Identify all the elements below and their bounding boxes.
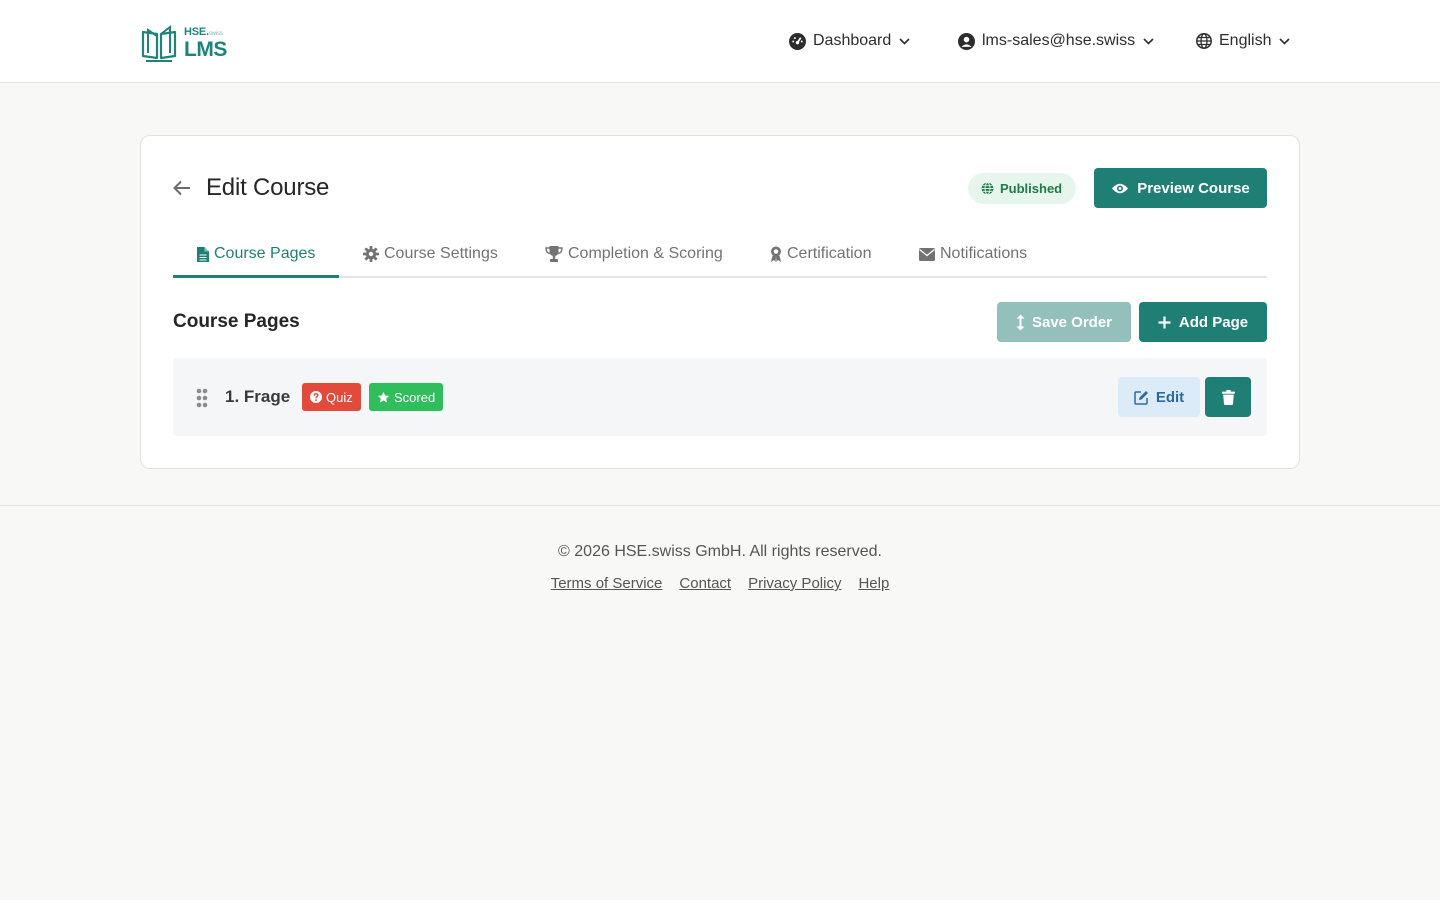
chevron-down-icon [1143,37,1154,45]
eye-icon [1111,182,1129,195]
top-navbar: HSE.swiss LMS Dashboard lms-sales@hse.sw… [0,0,1440,83]
save-order-label: Save Order [1031,313,1113,331]
logo-brand-small: HSE. [184,25,209,38]
hse-lms-logo[interactable]: HSE.swiss LMS [140,22,232,64]
trophy-icon [545,246,563,262]
envelope-icon [919,247,935,261]
chevron-down-icon [1279,37,1291,45]
drag-handle-icon[interactable] [196,388,208,408]
tab-notifications[interactable]: Notifications [919,234,1027,278]
tab-label: Notifications [940,245,1028,262]
delete-page-button[interactable] [1205,377,1251,417]
preview-course-button[interactable]: Preview Course [1094,168,1267,208]
scored-badge: Scored [369,383,444,411]
course-pages-heading: Course Pages [173,311,300,332]
language-label: English [1219,32,1272,49]
list-item: 1. Frage Quiz Scored Edit [173,358,1267,436]
contact-link[interactable]: Contact [679,575,731,592]
add-page-button[interactable]: Add Page [1139,302,1267,342]
copyright-text: © 2026 HSE.swiss GmbH. All rights reserv… [558,543,882,560]
quiz-badge: Quiz [302,383,361,411]
preview-course-label: Preview Course [1137,179,1250,197]
globe-icon [981,182,994,195]
course-tabs: Course Pages Course Settings Completion … [173,234,1267,278]
privacy-policy-link[interactable]: Privacy Policy [748,575,841,592]
tab-completion-scoring[interactable]: Completion & Scoring [545,234,723,278]
open-book-icon [141,24,177,62]
vertical-arrows-icon [1016,314,1025,331]
user-email-label: lms-sales@hse.swiss [982,32,1136,49]
page-row-title: 1. Frage [225,387,291,406]
user-circle-icon [958,32,975,50]
award-icon [770,246,782,262]
tab-label: Course Pages [214,245,316,262]
quiz-label: Quiz [326,389,353,405]
logo-brand-sub: swiss [208,30,223,37]
scored-label: Scored [394,389,436,405]
edit-icon [1134,390,1149,405]
tab-label: Course Settings [384,245,498,262]
published-status-badge: Published [968,173,1077,204]
edit-page-button[interactable]: Edit [1118,377,1200,417]
language-menu[interactable]: English [1196,29,1291,53]
trash-icon [1221,389,1235,405]
page-title: Edit Course [206,174,330,201]
chevron-down-icon [899,37,910,45]
tab-course-pages[interactable]: Course Pages [197,234,315,278]
add-page-label: Add Page [1178,313,1249,331]
save-order-button[interactable]: Save Order [997,302,1131,342]
tab-certification[interactable]: Certification [770,234,871,278]
tab-label: Completion & Scoring [568,245,723,262]
edit-label: Edit [1155,388,1185,406]
back-arrow-icon[interactable] [172,178,192,198]
help-link[interactable]: Help [858,575,889,592]
active-tab-indicator [173,275,339,278]
dashboard-label: Dashboard [813,32,892,49]
edit-course-card: Edit Course Published Preview Course Cou… [140,135,1300,469]
dashboard-menu[interactable]: Dashboard [789,29,910,53]
tab-course-settings[interactable]: Course Settings [363,234,498,278]
tab-label: Certification [787,245,872,262]
file-icon [197,246,209,262]
footer-links: Terms of Service Contact Privacy Policy … [0,575,1440,592]
page-footer: © 2026 HSE.swiss GmbH. All rights reserv… [0,505,1440,900]
dashboard-gauge-icon [789,32,806,50]
status-label: Published [1000,181,1063,196]
gear-icon [363,246,379,262]
plus-icon [1158,316,1171,329]
user-menu[interactable]: lms-sales@hse.swiss [958,29,1154,53]
terms-link[interactable]: Terms of Service [551,575,663,592]
logo-brand-main: LMS [184,37,227,61]
question-circle-icon [310,391,322,403]
globe-icon [1196,33,1212,49]
star-icon [377,391,390,404]
